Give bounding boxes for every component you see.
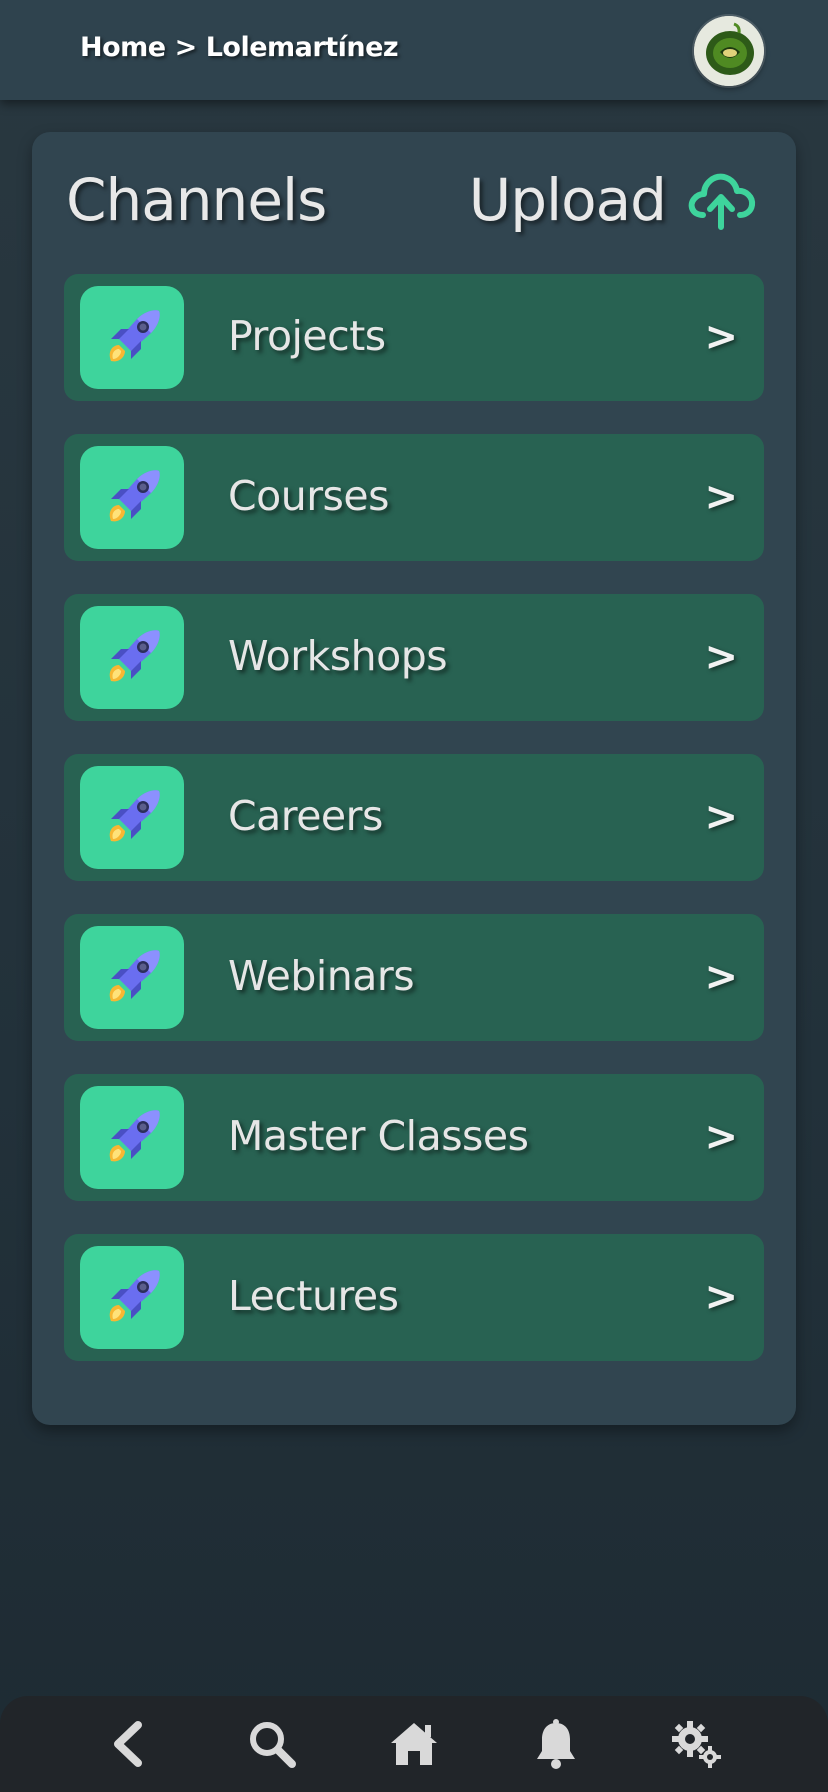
channel-label: Webinars [228,952,415,1000]
breadcrumb-home[interactable]: Home [80,32,166,63]
channel-icon-tile [80,1086,184,1189]
rocket-icon [109,629,160,681]
breadcrumb-current: Lolemartínez [205,32,399,63]
channel-label: Careers [228,792,383,840]
channel-icon-tile [80,286,184,389]
channel-label: Workshops [228,632,448,680]
channel-item-lectures[interactable]: Lectures > [64,1234,764,1361]
back-button[interactable] [101,1714,161,1774]
channel-icon-tile [80,926,184,1029]
channel-icon-tile [80,446,184,549]
home-icon [390,1723,437,1765]
channel-item-webinars[interactable]: Webinars > [64,914,764,1041]
bell-icon [536,1719,575,1769]
upload-label: Upload [468,166,667,234]
channel-icon-tile [80,1246,184,1349]
channel-label: Projects [228,312,386,360]
chevron-right-icon: > [704,474,738,520]
rocket-icon [109,949,160,1001]
chevron-right-icon: > [704,1114,738,1160]
bottom-navigation [0,1696,828,1792]
home-button[interactable] [384,1714,444,1774]
settings-gears-icon [672,1721,722,1768]
channel-item-projects[interactable]: Projects > [64,274,764,401]
chevron-right-icon: > [704,1274,738,1320]
rocket-icon [109,789,160,841]
back-chevron-icon [113,1721,142,1767]
channel-item-courses[interactable]: Courses > [64,434,764,561]
chevron-right-icon: > [704,634,738,680]
breadcrumb-separator: > [174,32,198,63]
channel-item-workshops[interactable]: Workshops > [64,594,764,721]
rocket-icon [109,1109,160,1161]
search-icon [250,1722,297,1768]
panel-title: Channels [66,166,327,234]
chevron-right-icon: > [704,794,738,840]
cloud-upload-icon [688,173,756,230]
channel-icon-tile [80,606,184,709]
breadcrumb: Home > Lolemartínez [80,32,399,63]
channel-label: Lectures [228,1272,399,1320]
upload-button[interactable]: Upload [469,166,756,234]
channel-item-careers[interactable]: Careers > [64,754,764,881]
chevron-right-icon: > [704,954,738,1000]
rocket-icon [109,469,160,521]
notifications-button[interactable] [526,1714,586,1774]
profile-avatar[interactable] [694,16,764,86]
settings-button[interactable] [667,1714,727,1774]
channel-icon-tile [80,766,184,869]
rocket-icon [109,1269,160,1321]
channels-panel: Channels Upload Projects > Courses > Wor… [32,132,796,1425]
avatar-image [694,16,764,86]
channel-item-master-classes[interactable]: Master Classes > [64,1074,764,1201]
search-button[interactable] [242,1714,302,1774]
channel-label: Master Classes [228,1112,529,1160]
channel-label: Courses [228,472,390,520]
chevron-right-icon: > [704,314,738,360]
rocket-icon [109,309,160,361]
top-bar: Home > Lolemartínez [0,0,828,100]
channel-list: Projects > Courses > Workshops > Careers… [64,274,764,1394]
